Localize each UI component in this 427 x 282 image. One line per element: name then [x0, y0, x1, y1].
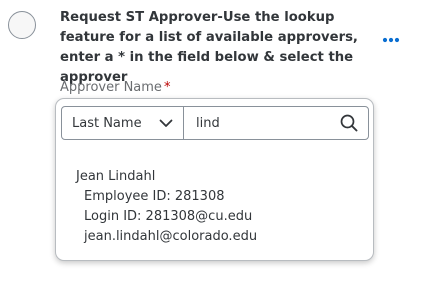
result-employee-id: Employee ID: 281308	[84, 189, 225, 204]
more-horizontal-icon	[382, 37, 400, 43]
chevron-down-icon	[159, 119, 173, 127]
lookup-result-item[interactable]: Jean Lindahl Employee ID: 281308 Login I…	[76, 167, 257, 247]
approver-radio-button[interactable]	[8, 11, 36, 39]
result-name: Jean Lindahl	[76, 169, 156, 184]
search-field	[184, 107, 368, 139]
approver-name-label: Approver Name *	[60, 79, 170, 97]
lookup-search-row: Last Name	[61, 106, 369, 140]
search-filter-select[interactable]: Last Name	[62, 107, 184, 139]
search-button[interactable]	[338, 112, 360, 134]
search-icon	[340, 114, 358, 132]
approver-lookup-popover: Last Name Jean Lindahl Employee ID: 2813…	[55, 98, 374, 261]
search-filter-value: Last Name	[72, 115, 142, 131]
required-marker: *	[163, 80, 171, 95]
more-options-button[interactable]	[377, 28, 405, 52]
approver-name-label-text: Approver Name	[60, 80, 162, 95]
search-input[interactable]	[196, 115, 326, 131]
question-text: Request ST Approver-Use the lookup featu…	[60, 10, 358, 85]
result-login-id: Login ID: 281308@cu.edu	[84, 209, 253, 224]
result-email: jean.lindahl@colorado.edu	[84, 229, 258, 244]
